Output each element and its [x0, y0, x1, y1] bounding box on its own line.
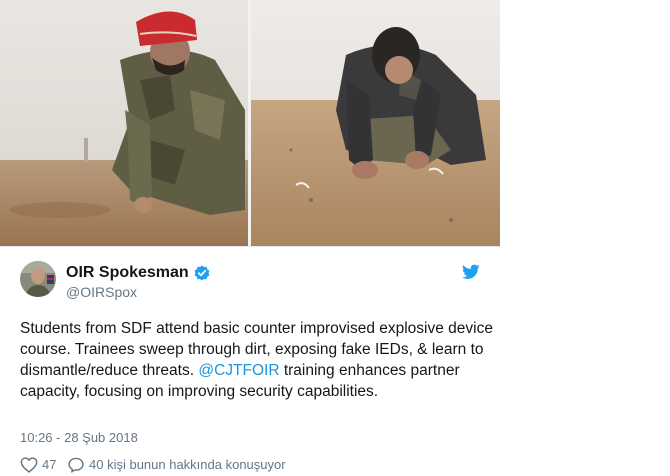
tweet-text: Students from SDF attend basic counter i… [20, 318, 494, 402]
heart-icon[interactable] [20, 457, 38, 473]
conversation-count-link[interactable]: 40 kişi bunun hakkında konuşuyor [89, 457, 286, 472]
avatar[interactable] [20, 261, 56, 297]
twitter-bird-icon[interactable] [462, 264, 480, 280]
photo-man-on-knees[interactable]: i [251, 0, 500, 246]
author-name[interactable]: OIR Spokesman [66, 264, 189, 282]
photo-soldier-red-headscarf[interactable] [0, 0, 248, 246]
verified-badge-icon [194, 265, 210, 281]
timestamp[interactable]: 10:26 - 28 Şub 2018 [20, 430, 138, 445]
tweet-photo-grid: i [0, 0, 500, 246]
tweet-card: OIR Spokesman @OIRSpox Students from SDF… [0, 246, 500, 476]
mention-link[interactable]: @CJTFOIR [198, 362, 279, 379]
divider [0, 246, 500, 247]
reply-bubble-icon[interactable] [67, 457, 85, 473]
like-count: 47 [42, 457, 57, 472]
author-handle[interactable]: @OIRSpox [66, 284, 137, 300]
